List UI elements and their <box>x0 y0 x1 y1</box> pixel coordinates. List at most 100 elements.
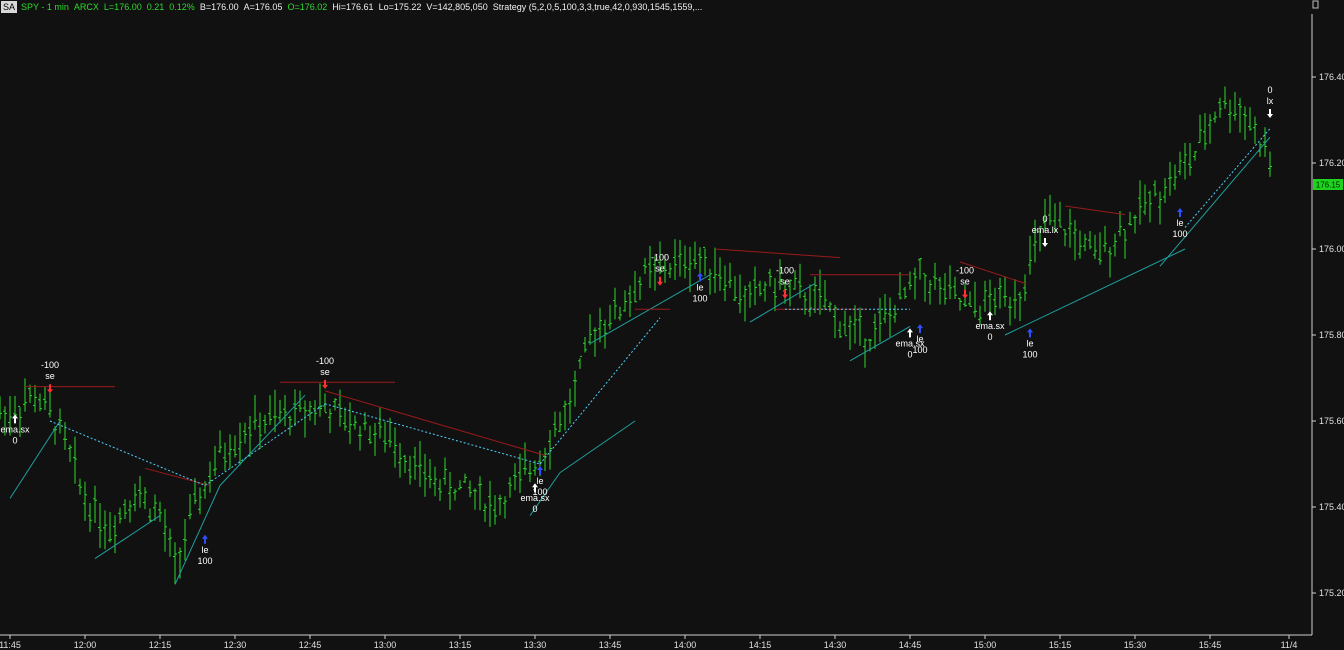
ohlc-bar <box>1008 296 1012 326</box>
price-axis[interactable]: 176.40 176.20 176.00 175.80 175.60 175.40 175.… <box>1312 72 1344 598</box>
ohlc-bar <box>938 276 942 305</box>
ohlc-bar <box>1048 194 1052 226</box>
ohlc-bar <box>283 394 287 427</box>
ohlc-bar <box>583 336 587 353</box>
signal-quantity: -100 <box>316 356 334 366</box>
ohlc-bar <box>143 487 147 510</box>
signal-quantity: 0 <box>987 332 992 342</box>
ohlc-bar <box>433 466 437 497</box>
ohlc-bar <box>473 488 477 510</box>
ohlc-bar <box>198 487 202 515</box>
ohlc-bar <box>373 423 377 456</box>
ohlc-bar <box>668 263 672 278</box>
time-axis[interactable]: 11:45 12:00 12:15 12:30 12:45 13:00 13:15 13:30… <box>0 635 1297 650</box>
ohlc-bar <box>218 430 222 454</box>
price-chart[interactable]: ema.sx0se-100le100se-100ema.sx0le100se-1… <box>0 0 1344 650</box>
signal-label: le <box>696 283 703 293</box>
ohlc-bar <box>758 280 762 297</box>
ohlc-bar <box>168 528 172 557</box>
ohlc-bar <box>918 258 922 280</box>
signal-up-arrow-icon <box>697 272 703 282</box>
scrollbar-corner[interactable] <box>1312 0 1344 14</box>
ohlc-bar <box>618 306 622 321</box>
ohlc-bar <box>913 267 917 300</box>
ohlc-bar <box>323 393 327 414</box>
x-tick-label: 14:30 <box>824 640 847 650</box>
signal-up-arrow-icon <box>907 328 913 338</box>
ohlc-bar <box>1228 99 1232 134</box>
signal-up-arrow-icon <box>1177 208 1183 217</box>
ohlc-bar <box>183 518 187 561</box>
ohlc-bar <box>328 408 332 434</box>
ohlc-bar <box>123 499 127 520</box>
ohlc-bar <box>103 510 107 550</box>
ohlc-bar <box>1083 233 1087 252</box>
ohlc-bar <box>558 411 562 433</box>
ohlc-bar <box>623 290 627 312</box>
ohlc-bar <box>0 396 2 420</box>
ohlc-bar <box>893 304 897 323</box>
ohlc-bar <box>923 273 927 302</box>
x-tick-label: 14:15 <box>749 640 772 650</box>
ohlc-bar <box>403 454 407 474</box>
ohlc-bar <box>733 276 737 302</box>
ohlc-bar <box>1133 214 1137 234</box>
ohlc-bar <box>1138 180 1142 225</box>
ohlc-bar <box>348 402 352 445</box>
ohlc-bar <box>1068 208 1072 248</box>
signal-down-arrow-icon <box>782 289 788 299</box>
ohlc-bar <box>368 425 372 444</box>
ohlc-bar <box>1158 191 1162 225</box>
uptrend-line <box>1159 136 1271 267</box>
signal-label: se <box>780 277 790 287</box>
ohlc-bar <box>698 247 702 275</box>
ohlc-bar <box>138 475 142 508</box>
y-tick-label: 176.00 <box>1319 244 1344 254</box>
ohlc-bar <box>173 542 177 584</box>
ohlc-bar <box>548 429 552 470</box>
signal-quantity: -100 <box>776 266 794 276</box>
signal-label: se <box>960 277 970 287</box>
signal-down-arrow-icon <box>1042 238 1048 247</box>
ohlc-bar <box>998 277 1002 309</box>
ohlc-bar <box>393 427 397 468</box>
ohlc-bar <box>1148 190 1152 223</box>
ohlc-bar <box>333 398 337 411</box>
trade-signal: lx0 <box>1267 85 1274 118</box>
ohlc-bar <box>83 481 87 521</box>
ohlc-bar <box>358 425 362 451</box>
ohlc-bar <box>158 501 162 522</box>
ohlc-bar <box>508 477 512 498</box>
ohlc-bar <box>213 445 217 477</box>
ohlc-bar <box>43 386 47 411</box>
signal-down-arrow-icon <box>962 289 968 299</box>
ohlc-bar <box>408 455 412 485</box>
signal-down-arrow-icon <box>322 379 328 389</box>
x-tick-label: 12:15 <box>149 640 172 650</box>
signal-quantity: -100 <box>651 253 669 263</box>
uptrend-line <box>219 394 306 486</box>
signal-up-arrow-icon <box>1027 328 1033 338</box>
ohlc-bar <box>303 400 307 438</box>
ohlc-bar <box>983 280 987 312</box>
ohlc-bar <box>498 494 502 516</box>
ohlc-bar <box>633 270 637 303</box>
ohlc-bar <box>573 370 577 407</box>
ohlc-bar <box>1118 211 1122 237</box>
ohlc-bar <box>673 239 677 281</box>
x-tick-label: 12:00 <box>74 640 97 650</box>
ohlc-bar <box>353 415 357 430</box>
ohlc-bar <box>643 257 647 275</box>
ohlc-bar <box>448 472 452 510</box>
ohlc-bar <box>23 378 27 412</box>
x-tick-label: 15:00 <box>974 640 997 650</box>
signal-quantity: 100 <box>1022 349 1037 359</box>
ohlc-bar <box>38 393 42 412</box>
ohlc-bar <box>228 434 232 469</box>
y-tick-label: 175.40 <box>1319 502 1344 512</box>
ohlc-bar <box>263 414 267 434</box>
ohlc-bar <box>73 436 77 484</box>
ohlc-bar <box>1128 211 1132 226</box>
signal-quantity: 100 <box>692 294 707 304</box>
ohlc-bar <box>748 281 752 308</box>
